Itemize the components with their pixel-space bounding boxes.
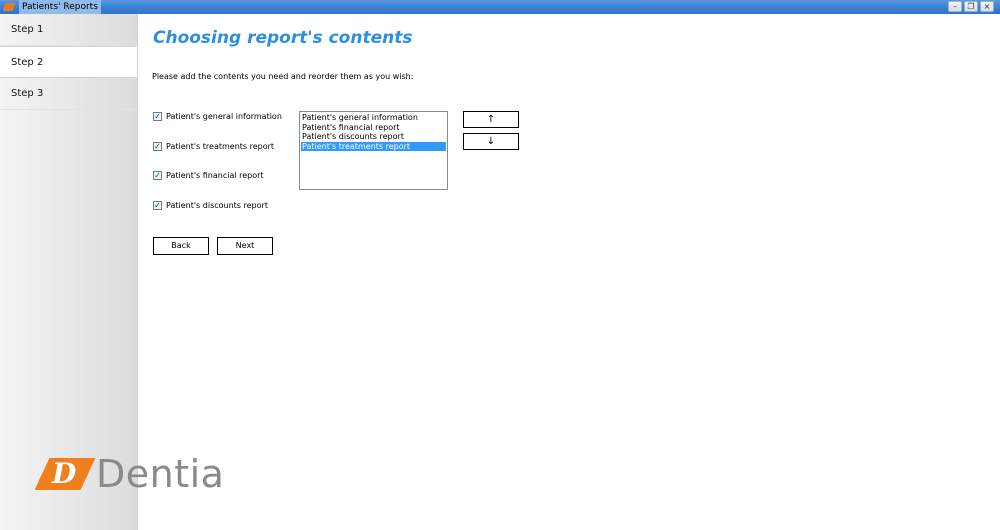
checkbox-checked-icon[interactable]: ✓ [153,171,162,180]
list-item[interactable]: Patient's general information [301,113,446,123]
instruction-text: Please add the contents you need and reo… [152,72,414,81]
checkbox-treatments-report[interactable]: ✓ Patient's treatments report [153,142,274,151]
page-title: Choosing report's contents [153,28,413,48]
sidebar-step-1[interactable]: Step 1 [0,14,137,46]
checkbox-checked-icon[interactable]: ✓ [153,201,162,210]
checkbox-checked-icon[interactable]: ✓ [153,112,162,121]
list-item[interactable]: Patient's financial report [301,123,446,133]
restore-button[interactable]: ❐ [964,1,978,12]
sidebar: Step 1 Step 2 Step 3 D Dentia [0,14,224,530]
dentia-logo-mark: D [34,455,96,493]
list-item[interactable]: Patient's discounts report [301,132,446,142]
checkbox-label: Patient's financial report [166,171,264,180]
move-up-button[interactable]: ↑ [463,111,519,128]
sidebar-step-3[interactable]: Step 3 [0,78,137,110]
sidebar-step-2[interactable]: Step 2 [0,46,137,78]
checkbox-label: Patient's general information [166,112,282,121]
title-bar: Patients' Reports – ❐ × [0,0,1000,14]
list-item-selected[interactable]: Patient's treatments report [301,141,446,151]
window-title: Patients' Reports [19,0,101,14]
checkbox-financial-report[interactable]: ✓ Patient's financial report [153,171,264,180]
main-panel: Choosing report's contents Please add th… [139,14,1000,530]
checkbox-label: Patient's treatments report [166,142,275,151]
next-button[interactable]: Next [217,237,273,255]
checkbox-discounts-report[interactable]: ✓ Patient's discounts report [153,201,268,210]
checkbox-general-information[interactable]: ✓ Patient's general information [153,112,282,121]
app-logo-icon [3,2,15,12]
minimize-button[interactable]: – [948,1,962,12]
back-button[interactable]: Back [153,237,209,255]
move-down-button[interactable]: ↓ [463,133,519,150]
close-button[interactable]: × [980,1,994,12]
logo-mark-letter: D [52,457,77,490]
report-order-listbox[interactable]: Patient's general information Patient's … [299,111,448,190]
checkbox-label: Patient's discounts report [166,201,268,210]
window-controls: – ❐ × [948,1,994,12]
checkbox-checked-icon[interactable]: ✓ [153,142,162,151]
